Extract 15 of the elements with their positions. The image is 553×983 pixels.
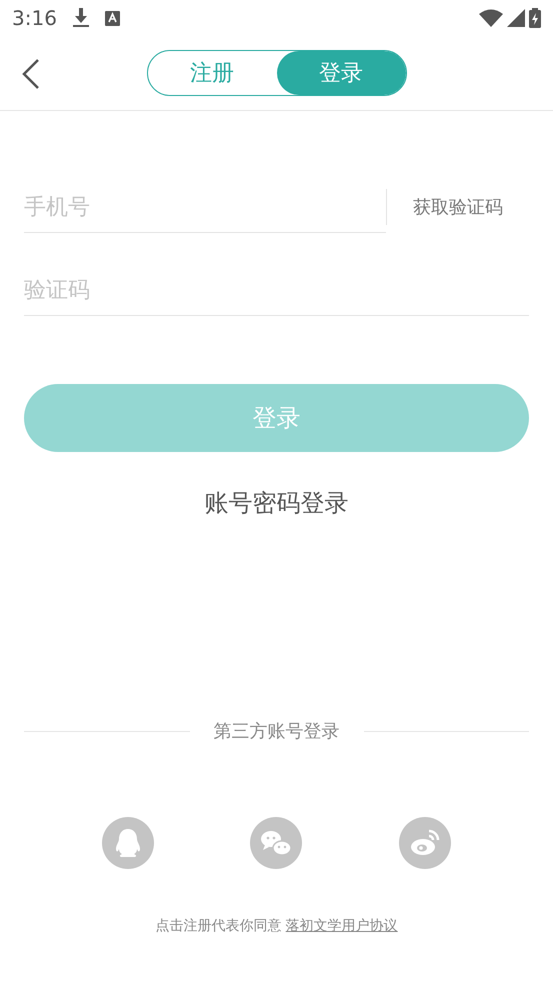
wifi-icon — [479, 9, 503, 27]
notification-icon — [104, 10, 120, 26]
user-agreement-link[interactable]: 落初文学用户协议 — [286, 918, 398, 934]
tab[interactable]: 登录 — [276, 51, 406, 95]
signal-icon — [507, 9, 525, 27]
third-party-login-title: 第三方账号登录 — [214, 720, 340, 744]
download-icon — [72, 8, 89, 28]
get-code-button[interactable]: 获取验证码 — [386, 189, 529, 225]
social-login-button[interactable] — [398, 817, 451, 869]
social-login-button[interactable] — [102, 817, 154, 869]
social-login-button[interactable] — [250, 817, 302, 869]
status-time: 3:16 — [12, 5, 57, 32]
password-login-link[interactable]: 账号密码登录 — [198, 484, 354, 522]
agreement-text: 点击注册代表你同意 落初文学用户协议 — [155, 918, 398, 934]
battery-icon — [529, 8, 541, 28]
